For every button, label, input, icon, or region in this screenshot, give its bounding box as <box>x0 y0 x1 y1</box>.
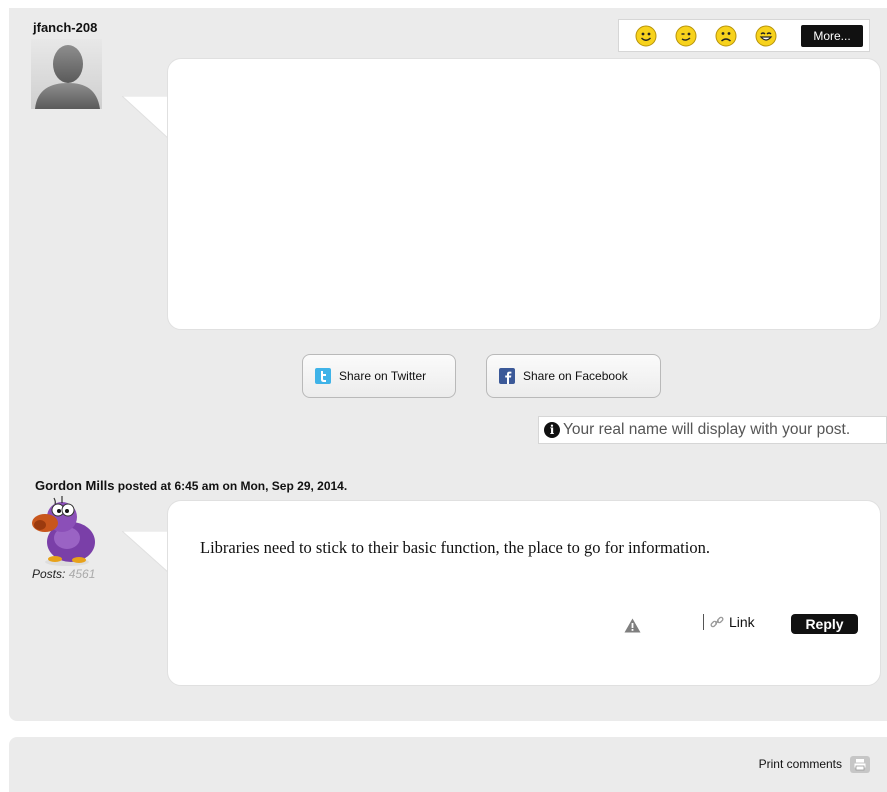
print-comments-panel: Print comments <box>9 737 887 792</box>
smile-icon[interactable] <box>635 25 657 47</box>
permalink-link[interactable]: Link <box>710 614 755 630</box>
comment-bubble <box>167 500 881 686</box>
print-comments-link[interactable]: Print comments <box>759 757 842 771</box>
posts-label: Posts: <box>32 567 66 581</box>
bubble-tail <box>122 531 170 574</box>
twitter-icon <box>315 368 331 384</box>
grin-icon[interactable] <box>755 25 777 47</box>
report-flag-icon[interactable] <box>624 618 641 633</box>
comment-body: Libraries need to stick to their basic f… <box>200 538 710 557</box>
facebook-icon <box>499 368 515 384</box>
reply-button[interactable]: Reply <box>791 614 858 634</box>
comment-meta: Gordon Mills posted at 6:45 am on Mon, S… <box>35 478 347 493</box>
share-facebook-button[interactable]: Share on Facebook <box>486 354 661 398</box>
comment-textarea[interactable] <box>167 58 881 330</box>
print-icon[interactable] <box>850 756 870 773</box>
action-divider <box>703 614 704 630</box>
emoticon-toolbar: More... <box>618 19 870 52</box>
bubble-tail <box>122 96 170 140</box>
real-name-notice: i Your real name will display with your … <box>538 416 887 444</box>
sad-icon[interactable] <box>715 25 737 47</box>
permalink-label: Link <box>729 614 755 630</box>
posts-count: Posts: 4561 <box>32 567 95 581</box>
notice-text: Your real name will display with your po… <box>563 421 851 438</box>
posts-number: 4561 <box>68 567 96 581</box>
share-twitter-label: Share on Twitter <box>339 369 427 383</box>
comment-author[interactable]: Gordon Mills <box>35 478 114 493</box>
more-emoticons-button[interactable]: More... <box>801 25 863 47</box>
comment-timestamp: posted at 6:45 am on Mon, Sep 29, 2014. <box>114 479 348 493</box>
share-facebook-label: Share on Facebook <box>523 369 628 383</box>
avatar[interactable] <box>31 494 102 567</box>
current-username: jfanch-208 <box>33 20 98 35</box>
share-twitter-button[interactable]: Share on Twitter <box>302 354 456 398</box>
wink-icon[interactable] <box>675 25 697 47</box>
default-avatar <box>31 39 102 109</box>
info-icon: i <box>544 422 560 438</box>
chain-link-icon <box>710 616 724 628</box>
